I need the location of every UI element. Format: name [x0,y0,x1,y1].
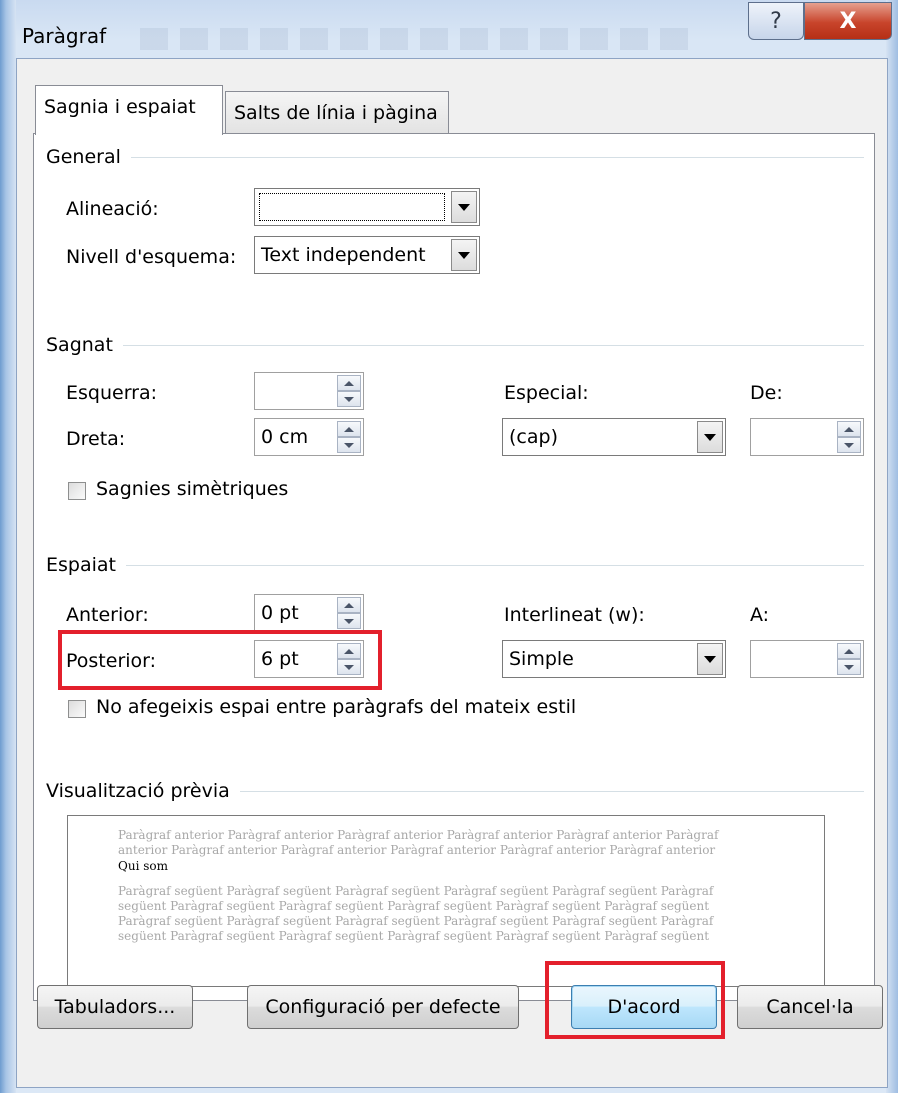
divider [239,790,864,792]
section-preview: Visualització prèvia [46,780,864,802]
nivell-esquema-label: Nivell d'esquema: [66,246,237,268]
interlineat-select[interactable]: Simple [502,640,726,678]
dreta-spinner[interactable]: 0 cm [254,418,364,456]
spin-up-icon[interactable] [337,375,361,391]
tab-salts-linia[interactable]: Salts de línia i pàgina [225,91,449,135]
section-espaiat: Espaiat [46,554,864,576]
divider [130,156,864,158]
window-title: Paràgraf [22,24,107,48]
preview-after-line: Paràgraf següent Paràgraf següent Paràgr… [118,884,714,898]
preview-after-line: següent Paràgraf següent Paràgraf següen… [118,929,710,943]
close-icon: X [839,8,857,34]
simetriques-label: Sagnies simètriques [96,478,289,500]
section-heading: Sagnat [46,334,113,356]
section-general: General [46,146,864,168]
nivell-esquema-value: Text independent [261,244,426,266]
spin-down-icon[interactable] [337,437,361,453]
chevron-down-icon[interactable] [697,421,723,453]
section-sagnat: Sagnat [46,334,864,356]
especial-select[interactable]: (cap) [502,418,726,456]
titlebar-background [140,28,700,50]
spin-up-icon[interactable] [837,421,861,437]
interlineat-label: Interlineat (w): [504,604,645,626]
esquerra-label: Esquerra: [66,382,158,404]
alineacio-label: Alineació: [66,198,159,220]
anterior-label: Anterior: [66,604,149,626]
tabuladors-button[interactable]: Tabuladors... [37,985,193,1029]
preview-after-line: següent Paràgraf següent Paràgraf següen… [118,899,710,913]
preview-current-paragraph: Qui som [118,859,168,873]
no-afegeixis-checkbox[interactable] [68,700,86,718]
dreta-value: 0 cm [261,426,309,448]
posterior-highlight [58,630,382,690]
divider [122,344,864,346]
nivell-esquema-select[interactable]: Text independent [254,236,480,274]
spin-up-icon[interactable] [337,597,361,613]
tab-label: Sagnia i espaiat [44,96,196,118]
section-heading: Espaiat [46,554,116,576]
cancel-button[interactable]: Cancel·la [737,985,883,1029]
spin-up-icon[interactable] [337,421,361,437]
a-label: A: [750,604,770,626]
chevron-down-icon[interactable] [697,643,723,675]
section-heading: General [46,146,121,168]
spin-down-icon[interactable] [837,659,861,675]
no-afegeixis-label: No afegeixis espai entre paràgrafs del m… [96,696,577,718]
preview-after-line: Paràgraf següent Paràgraf següent Paràgr… [118,914,714,928]
de-label: De: [750,382,783,404]
a-spinner[interactable] [750,640,864,678]
preview-before-line: anterior Paràgraf anterior Paràgraf ante… [118,843,716,857]
spin-down-icon[interactable] [337,391,361,407]
tab-label: Salts de línia i pàgina [234,102,438,124]
especial-label: Especial: [504,382,589,404]
spin-down-icon[interactable] [337,613,361,629]
anterior-spinner[interactable]: 0 pt [254,594,364,632]
alineacio-select[interactable] [254,188,480,226]
chevron-down-icon[interactable] [451,191,477,223]
preview-before-line: Paràgraf anterior Paràgraf anterior Parà… [118,828,719,842]
chevron-down-icon[interactable] [451,239,477,271]
dialog-client-area: Sagnia i espaiat Salts de línia i pàgina… [16,58,888,1088]
close-button[interactable]: X [804,2,892,40]
tab-sagnia-espaiat[interactable]: Sagnia i espaiat [35,85,223,135]
especial-value: (cap) [509,426,558,448]
de-spinner[interactable] [750,418,864,456]
dacord-highlight [545,961,725,1039]
section-heading: Visualització prèvia [46,780,230,802]
help-button[interactable]: ? [748,2,804,40]
dreta-label: Dreta: [66,428,126,450]
spin-up-icon[interactable] [837,643,861,659]
interlineat-value: Simple [509,648,574,670]
focus-rectangle [259,193,445,221]
esquerra-spinner[interactable] [254,372,364,410]
configuracio-defecte-button[interactable]: Configuració per defecte [247,985,519,1029]
spin-down-icon[interactable] [837,437,861,453]
anterior-value: 0 pt [261,602,299,624]
divider [125,564,864,566]
help-icon: ? [770,8,782,34]
window-left-border [0,0,16,1093]
simetriques-checkbox[interactable] [68,482,86,500]
